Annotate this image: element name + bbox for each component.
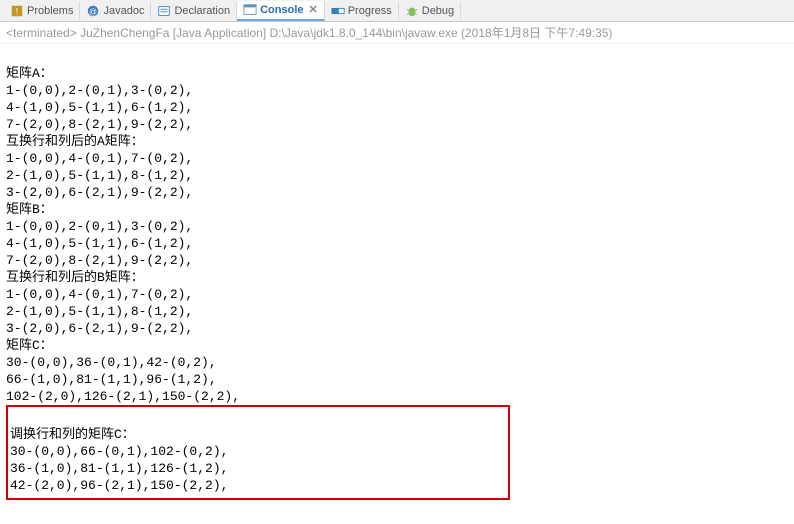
console-line: 1-(0,0),2-(0,1),3-(0,2), [6,83,193,98]
problems-icon: ! [10,4,24,18]
javadoc-icon: @ [86,4,100,18]
declaration-icon [157,4,171,18]
close-icon[interactable]: ✕ [309,3,318,16]
view-tab-bar: ! Problems @ Javadoc Declaration Console… [0,0,794,22]
console-line: 36-(1,0),81-(1,1),126-(1,2), [10,461,228,476]
console-line: 7-(2,0),8-(2,1),9-(2,2), [6,253,193,268]
tab-label: Javadoc [103,5,144,17]
tab-debug[interactable]: Debug [399,2,461,20]
tab-label: Problems [27,5,73,17]
console-line: 矩阵B： [6,202,53,217]
tab-javadoc[interactable]: @ Javadoc [80,2,151,20]
console-line: 2-(1,0),5-(1,1),8-(1,2), [6,168,193,183]
exe-path: D:\Java\jdk1.8.0_144\bin\javaw.exe [270,26,458,40]
tab-progress[interactable]: Progress [325,2,399,20]
svg-text:@: @ [89,7,97,16]
console-line: 102-(2,0),126-(2,1),150-(2,2), [6,389,240,404]
console-line: 1-(0,0),4-(0,1),7-(0,2), [6,151,193,166]
console-line: 1-(0,0),4-(0,1),7-(0,2), [6,287,193,302]
run-type: [Java Application] [173,26,266,40]
console-line: 2-(1,0),5-(1,1),8-(1,2), [6,304,193,319]
console-line: 42-(2,0),96-(2,1),150-(2,2), [10,478,228,493]
highlight-box: 调换行和列的矩阵C： 30-(0,0),66-(0,1),102-(0,2), … [6,405,510,500]
console-line: 1-(0,0),2-(0,1),3-(0,2), [6,219,193,234]
console-line: 矩阵A： [6,66,53,81]
console-line: 互换行和列后的B矩阵： [6,270,144,285]
svg-text:!: ! [16,6,18,16]
console-line: 矩阵C： [6,338,53,353]
console-output[interactable]: 矩阵A： 1-(0,0),2-(0,1),3-(0,2), 4-(1,0),5-… [0,44,794,504]
console-line: 30-(0,0),36-(0,1),42-(0,2), [6,355,217,370]
tab-label: Debug [422,5,454,17]
progress-icon [331,4,345,18]
run-name: JuZhenChengFa [80,26,169,40]
debug-icon [405,4,419,18]
tab-console[interactable]: Console ✕ [237,1,325,21]
tab-label: Console [260,4,303,16]
console-line: 3-(2,0),6-(2,1),9-(2,2), [6,321,193,336]
tab-label: Declaration [174,5,230,17]
console-line: 7-(2,0),8-(2,1),9-(2,2), [6,117,193,132]
tab-declaration[interactable]: Declaration [151,2,237,20]
console-line: 4-(1,0),5-(1,1),6-(1,2), [6,100,193,115]
console-line: 30-(0,0),66-(0,1),102-(0,2), [10,444,228,459]
console-status-line: <terminated> JuZhenChengFa [Java Applica… [0,22,794,44]
console-line: 66-(1,0),81-(1,1),96-(1,2), [6,372,217,387]
run-timestamp: (2018年1月8日 下午7:49:35) [461,26,612,40]
console-line: 互换行和列后的A矩阵： [6,134,144,149]
console-icon [243,3,257,17]
console-line: 3-(2,0),6-(2,1),9-(2,2), [6,185,193,200]
tab-problems[interactable]: ! Problems [4,2,80,20]
terminated-label: <terminated> [6,26,77,40]
console-line: 调换行和列的矩阵C： [10,427,135,442]
tab-label: Progress [348,5,392,17]
console-line: 4-(1,0),5-(1,1),6-(1,2), [6,236,193,251]
